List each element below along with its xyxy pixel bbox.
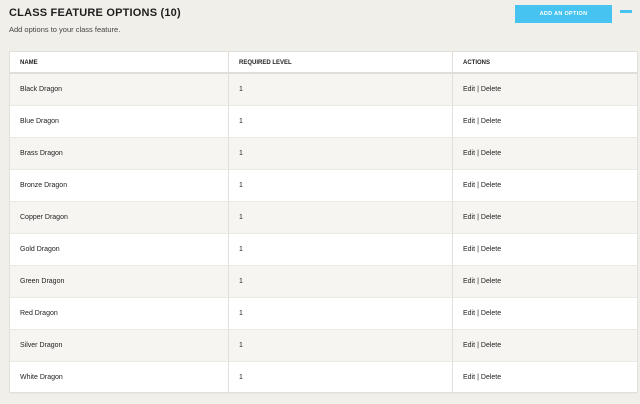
delete-link[interactable]: Delete bbox=[481, 342, 501, 349]
table-row: Green Dragon 1 Edit | Delete bbox=[10, 266, 637, 298]
delete-link[interactable]: Delete bbox=[481, 150, 501, 157]
required-level-cell: 1 bbox=[229, 74, 453, 105]
table-row: White Dragon 1 Edit | Delete bbox=[10, 362, 637, 394]
required-level-cell: 1 bbox=[229, 266, 453, 297]
delete-link[interactable]: Delete bbox=[481, 214, 501, 221]
options-table: NAME REQUIRED LEVEL ACTIONS Black Dragon… bbox=[9, 51, 638, 394]
option-name-cell: Red Dragon bbox=[10, 298, 229, 329]
table-row: Gold Dragon 1 Edit | Delete bbox=[10, 234, 637, 266]
column-header-actions: ACTIONS bbox=[463, 60, 490, 66]
required-level-cell: 1 bbox=[229, 106, 453, 137]
option-name-cell: Blue Dragon bbox=[10, 106, 229, 137]
add-option-button[interactable]: ADD AN OPTION bbox=[515, 5, 612, 23]
column-header-name: NAME bbox=[10, 52, 229, 72]
action-separator: | bbox=[477, 342, 479, 349]
delete-link[interactable]: Delete bbox=[481, 118, 501, 125]
options-header: CLASS FEATURE OPTIONS (10) Add options t… bbox=[0, 0, 640, 50]
action-separator: | bbox=[477, 182, 479, 189]
table-row: Brass Dragon 1 Edit | Delete bbox=[10, 138, 637, 170]
table-row: Bronze Dragon 1 Edit | Delete bbox=[10, 170, 637, 202]
action-separator: | bbox=[477, 246, 479, 253]
page-title: CLASS FEATURE OPTIONS (10) bbox=[9, 7, 181, 19]
option-name-cell: Black Dragon bbox=[10, 74, 229, 105]
actions-cell: Edit | Delete bbox=[453, 202, 637, 233]
actions-cell: Edit | Delete bbox=[453, 106, 637, 137]
action-separator: | bbox=[477, 214, 479, 221]
action-separator: | bbox=[477, 86, 479, 93]
delete-link[interactable]: Delete bbox=[481, 246, 501, 253]
actions-cell: Edit | Delete bbox=[453, 298, 637, 329]
edit-link[interactable]: Edit bbox=[463, 86, 475, 93]
table-row: Black Dragon 1 Edit | Delete bbox=[10, 74, 637, 106]
required-level-cell: 1 bbox=[229, 362, 453, 393]
delete-link[interactable]: Delete bbox=[481, 310, 501, 317]
delete-link[interactable]: Delete bbox=[481, 278, 501, 285]
actions-cell: Edit | Delete bbox=[453, 362, 637, 393]
option-name-cell: Bronze Dragon bbox=[10, 170, 229, 201]
required-level-cell: 1 bbox=[229, 138, 453, 169]
option-name-cell: Copper Dragon bbox=[10, 202, 229, 233]
action-separator: | bbox=[477, 118, 479, 125]
edit-link[interactable]: Edit bbox=[463, 182, 475, 189]
action-separator: | bbox=[477, 310, 479, 317]
actions-cell: Edit | Delete bbox=[453, 266, 637, 297]
table-row: Red Dragon 1 Edit | Delete bbox=[10, 298, 637, 330]
edit-link[interactable]: Edit bbox=[463, 150, 475, 157]
delete-link[interactable]: Delete bbox=[481, 182, 501, 189]
table-row: Blue Dragon 1 Edit | Delete bbox=[10, 106, 637, 138]
edit-link[interactable]: Edit bbox=[463, 310, 475, 317]
collapse-icon[interactable] bbox=[620, 10, 632, 13]
edit-link[interactable]: Edit bbox=[463, 278, 475, 285]
actions-cell: Edit | Delete bbox=[453, 74, 637, 105]
delete-link[interactable]: Delete bbox=[481, 374, 501, 381]
option-name-cell: Gold Dragon bbox=[10, 234, 229, 265]
delete-link[interactable]: Delete bbox=[481, 86, 501, 93]
actions-cell: Edit | Delete bbox=[453, 170, 637, 201]
edit-link[interactable]: Edit bbox=[463, 246, 475, 253]
table-row: Silver Dragon 1 Edit | Delete bbox=[10, 330, 637, 362]
edit-link[interactable]: Edit bbox=[463, 374, 475, 381]
action-separator: | bbox=[477, 150, 479, 157]
option-name-cell: White Dragon bbox=[10, 362, 229, 393]
actions-cell: Edit | Delete bbox=[453, 138, 637, 169]
required-level-cell: 1 bbox=[229, 330, 453, 361]
action-separator: | bbox=[477, 374, 479, 381]
required-level-cell: 1 bbox=[229, 234, 453, 265]
option-name-cell: Silver Dragon bbox=[10, 330, 229, 361]
required-level-cell: 1 bbox=[229, 202, 453, 233]
action-separator: | bbox=[477, 278, 479, 285]
option-name-cell: Green Dragon bbox=[10, 266, 229, 297]
required-level-cell: 1 bbox=[229, 298, 453, 329]
edit-link[interactable]: Edit bbox=[463, 118, 475, 125]
required-level-cell: 1 bbox=[229, 170, 453, 201]
column-header-required-level: REQUIRED LEVEL bbox=[229, 52, 453, 72]
table-row: Copper Dragon 1 Edit | Delete bbox=[10, 202, 637, 234]
option-name-cell: Brass Dragon bbox=[10, 138, 229, 169]
edit-link[interactable]: Edit bbox=[463, 342, 475, 349]
edit-link[interactable]: Edit bbox=[463, 214, 475, 221]
table-header: NAME REQUIRED LEVEL ACTIONS bbox=[10, 52, 637, 74]
page-subtitle: Add options to your class feature. bbox=[9, 25, 121, 34]
table-body: Black Dragon 1 Edit | Delete Blue Dragon 1 Edit… bbox=[10, 74, 637, 394]
actions-cell: Edit | Delete bbox=[453, 330, 637, 361]
actions-cell: Edit | Delete bbox=[453, 234, 637, 265]
